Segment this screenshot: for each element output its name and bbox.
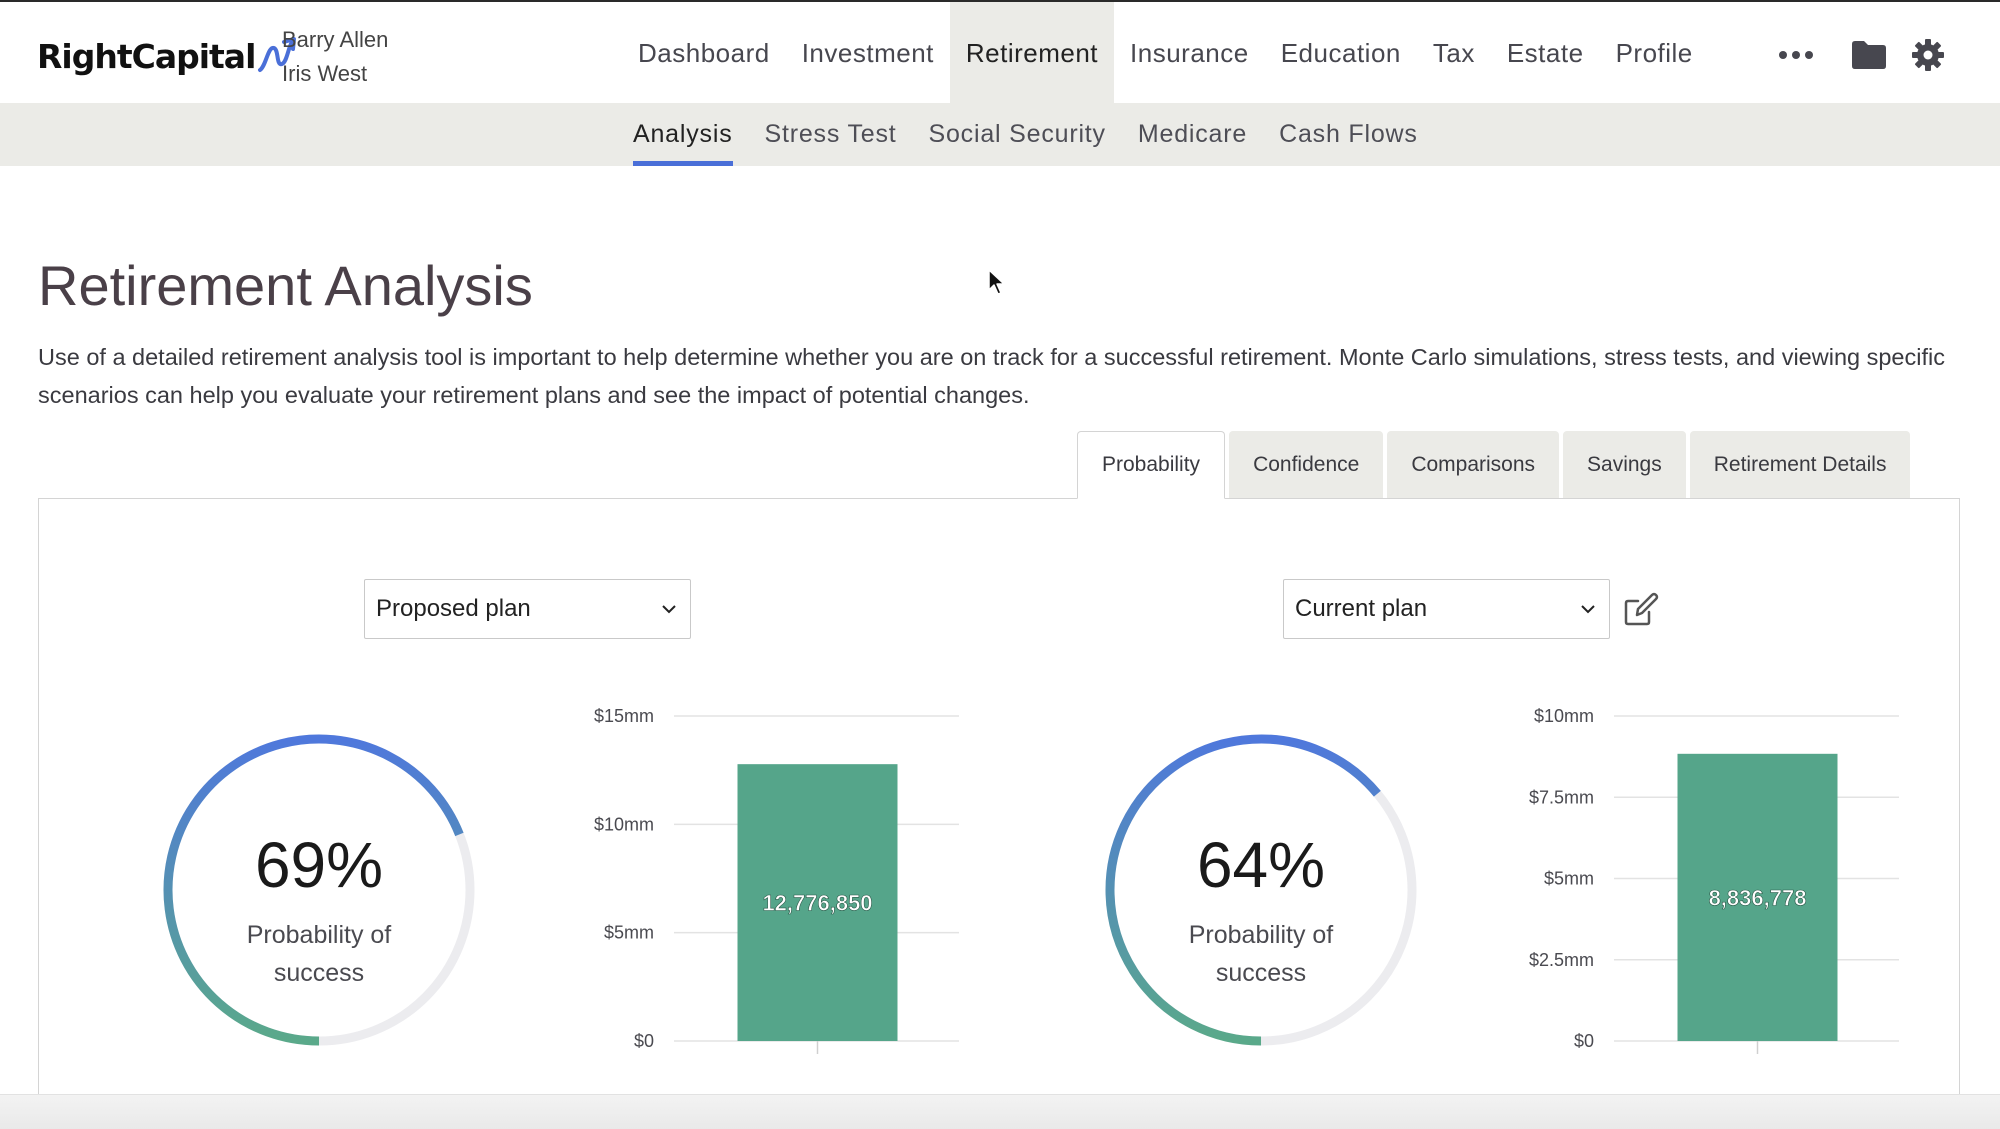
rightcapital-logo[interactable]: RightCapital [37, 33, 297, 79]
probability-panel: Proposed plan Current plan 69% Probabili… [38, 498, 1960, 1129]
client-name: Barry Allen [282, 27, 389, 52]
mouse-cursor-icon [988, 269, 1005, 295]
logo-text: RightCapital [37, 36, 256, 76]
subnav-item-social-security[interactable]: Social Security [929, 103, 1106, 166]
y-tick-label: $0 [1574, 1031, 1594, 1051]
y-tick-label: $5mm [1544, 869, 1594, 889]
subnav-item-medicare[interactable]: Medicare [1138, 103, 1247, 166]
plan-select-value: Proposed plan [376, 595, 531, 622]
probability-label: Probability of success [1101, 916, 1421, 992]
edit-icon[interactable] [1623, 591, 1659, 632]
nav-item-investment[interactable]: Investment [786, 2, 950, 105]
client-names: Barry Allen Iris West [282, 23, 388, 91]
probability-gauge: 64% Probability of success [1101, 730, 1421, 1050]
y-tick-label: $0 [634, 1031, 654, 1051]
nav-item-profile[interactable]: Profile [1600, 2, 1709, 105]
tab-retirement-details[interactable]: Retirement Details [1689, 431, 1911, 499]
top-icons [1772, 32, 1953, 78]
page-description: Use of a detailed retirement analysis to… [38, 344, 1945, 408]
bar-data-label: 12,776,850 [762, 891, 872, 916]
tab-confidence[interactable]: Confidence [1229, 431, 1384, 499]
probability-label-line: success [273, 959, 365, 987]
bar-data-label: 8,836,778 [1709, 885, 1807, 910]
tab-savings[interactable]: Savings [1563, 431, 1686, 499]
page-bottom-edge [0, 1094, 2000, 1129]
probability-label-line: Probability of [1188, 921, 1334, 949]
top-navigation-bar: RightCapital Barry Allen Iris West Dashb… [0, 0, 2000, 105]
page-title: Retirement Analysis [38, 254, 533, 317]
more-icon[interactable] [1772, 32, 1820, 78]
nav-item-estate[interactable]: Estate [1491, 2, 1600, 105]
client-name: Iris West [282, 61, 368, 86]
probability-label-line: success [1215, 959, 1307, 987]
gear-icon[interactable] [1903, 32, 1953, 78]
probability-percent: 69% [254, 829, 384, 901]
y-tick-label: $7.5mm [1529, 787, 1594, 807]
probability-gauge: 69% Probability of success [159, 730, 479, 1050]
projected-assets-bar-chart: $0 $2.5mm $5mm $7.5mm $10mm 8,836,778 [1529, 706, 1899, 1054]
nav-item-tax[interactable]: Tax [1417, 2, 1491, 105]
nav-item-insurance[interactable]: Insurance [1114, 2, 1265, 105]
plan-select-current[interactable]: Current plan [1283, 579, 1610, 639]
plan-select-proposed[interactable]: Proposed plan [364, 579, 691, 639]
analysis-tabs: Probability Confidence Comparisons Savin… [1077, 431, 1914, 499]
projected-assets-bar-chart: $0 $5mm $10mm $15mm 12,776,850 [594, 706, 959, 1054]
chevron-down-icon [662, 605, 676, 614]
probability-label-line: Probability of [246, 921, 392, 949]
subnav-item-stress-test[interactable]: Stress Test [765, 103, 897, 166]
chevron-down-icon [1581, 605, 1595, 614]
probability-percent: 64% [1196, 829, 1326, 901]
y-tick-label: $10mm [1534, 706, 1594, 726]
plan-select-value: Current plan [1295, 595, 1428, 622]
subnav-item-cash-flows[interactable]: Cash Flows [1279, 103, 1418, 166]
probability-label: Probability of success [159, 916, 479, 992]
sub-nav-bar: Analysis Stress Test Social Security Med… [0, 103, 2000, 166]
y-tick-label: $5mm [604, 923, 654, 943]
folder-icon[interactable] [1837, 32, 1901, 78]
tab-comparisons[interactable]: Comparisons [1387, 431, 1560, 499]
tab-probability[interactable]: Probability [1077, 431, 1226, 499]
y-tick-label: $15mm [594, 706, 654, 726]
y-tick-label: $2.5mm [1529, 950, 1594, 970]
nav-item-education[interactable]: Education [1265, 2, 1417, 105]
y-tick-label: $10mm [594, 814, 654, 834]
main-nav: Dashboard Investment Retirement Insuranc… [622, 2, 1709, 105]
nav-item-dashboard[interactable]: Dashboard [622, 2, 786, 105]
subnav-item-analysis[interactable]: Analysis [633, 103, 733, 166]
nav-item-retirement[interactable]: Retirement [949, 2, 1115, 105]
